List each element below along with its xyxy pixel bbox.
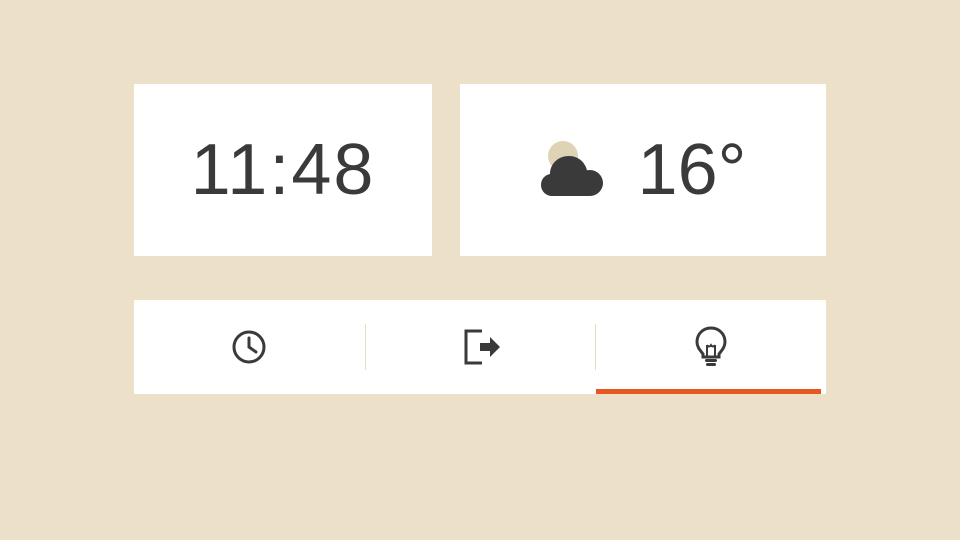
time-widget[interactable]: 11:48 (134, 84, 432, 256)
dashboard: 11:48 16° (0, 0, 960, 394)
weather-widget[interactable]: 16° (460, 84, 826, 256)
launcher-item-leave[interactable] (365, 300, 596, 394)
cloud-icon (540, 152, 606, 196)
exit-icon (458, 325, 502, 369)
time-value: 11:48 (191, 129, 376, 211)
launcher-item-ideas[interactable] (595, 300, 826, 394)
active-tab-indicator (596, 389, 821, 394)
widget-row: 11:48 16° (134, 84, 826, 256)
clock-icon (229, 327, 269, 367)
launcher-bar (134, 300, 826, 394)
launcher-item-clock[interactable] (134, 300, 365, 394)
weather-icon (540, 140, 610, 200)
temperature-value: 16° (638, 129, 747, 211)
lightbulb-icon (694, 325, 728, 369)
